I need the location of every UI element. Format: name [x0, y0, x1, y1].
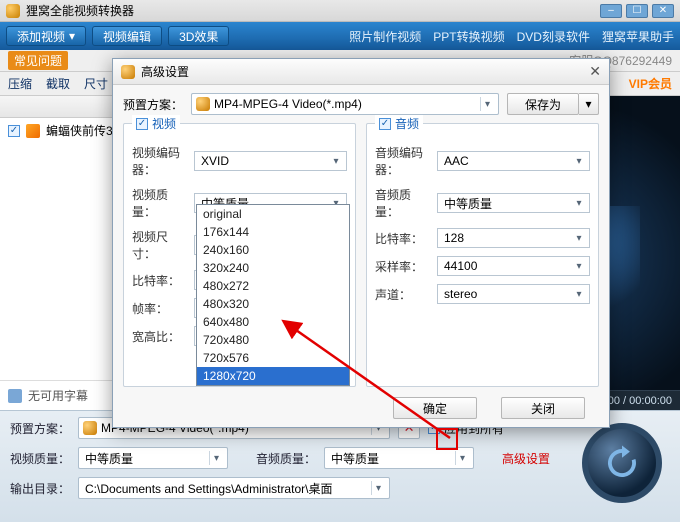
size-option[interactable]: 720x480	[197, 331, 349, 349]
size-option[interactable]: original	[197, 205, 349, 223]
maximize-button[interactable]: ☐	[626, 4, 648, 18]
aq-label: 音频质量：	[256, 450, 316, 467]
video-quality-combo[interactable]: 中等质量	[78, 447, 228, 469]
app-icon	[6, 4, 20, 18]
audio-quality-field[interactable]: 中等质量	[437, 193, 590, 213]
convert-button[interactable]	[582, 423, 662, 503]
dialog-titlebar: 高级设置 ✕	[113, 59, 609, 85]
chevron-down-icon	[328, 153, 344, 169]
audio-bitrate-combo[interactable]: 128	[437, 228, 590, 248]
app-title: 狸窝全能视频转换器	[26, 2, 134, 19]
chevron-down-icon	[571, 286, 587, 302]
close-window-button[interactable]: ✕	[652, 4, 674, 18]
link-ppt-video[interactable]: PPT转换视频	[433, 28, 504, 45]
chevron-down-icon	[371, 481, 385, 495]
modal-preset-combo[interactable]: MP4-MPEG-4 Video(*.mp4)	[191, 93, 499, 115]
video-enable-checkbox[interactable]: ✓	[136, 118, 148, 130]
chevron-down-icon	[571, 258, 587, 274]
link-dvd-burn[interactable]: DVD刻录软件	[517, 28, 590, 45]
ok-button[interactable]: 确定	[393, 397, 477, 419]
3d-effect-button[interactable]: 3D效果	[168, 26, 229, 46]
tool-compress[interactable]: 压缩	[8, 75, 32, 92]
video-header: ✓ 视频	[132, 115, 180, 132]
video-codec-combo[interactable]: XVID	[194, 151, 347, 171]
size-option[interactable]: 480x272	[197, 277, 349, 295]
preset-icon	[83, 421, 97, 435]
vq-label: 视频质量：	[10, 450, 70, 467]
edit-video-button[interactable]: 视频编辑	[92, 26, 162, 46]
size-option[interactable]: 176x144	[197, 223, 349, 241]
link-photo-video[interactable]: 照片制作视频	[349, 28, 421, 45]
size-option[interactable]: 240x160	[197, 241, 349, 259]
titlebar: 狸窝全能视频转换器 – ☐ ✕	[0, 0, 680, 22]
advanced-settings-dialog: 高级设置 ✕ 预置方案： MP4-MPEG-4 Video(*.mp4) 保存为…	[112, 58, 610, 428]
refresh-icon	[601, 442, 643, 484]
minimize-button[interactable]: –	[600, 4, 622, 18]
size-option[interactable]: 640x480	[197, 313, 349, 331]
video-section: ✓ 视频 视频编码器： XVID 视频质量： 中等质量 视频尺寸： 1280x7…	[123, 123, 356, 387]
chevron-down-icon	[571, 153, 587, 169]
close-button[interactable]: 关闭	[501, 397, 585, 419]
main-toolbar: 添加视频▾ 视频编辑 3D效果 照片制作视频 PPT转换视频 DVD刻录软件 狸…	[0, 22, 680, 50]
link-apple-helper[interactable]: 狸窝苹果助手	[602, 28, 674, 45]
preset-icon	[196, 97, 210, 111]
save-as-button[interactable]: 保存为	[507, 93, 579, 115]
row-checkbox[interactable]: ✓	[8, 125, 20, 137]
subtitle-label: 无可用字幕	[28, 387, 88, 404]
size-option-selected[interactable]: 1280x720	[197, 367, 349, 385]
annotation-label: 高级设置	[502, 450, 550, 467]
dialog-icon	[121, 65, 135, 79]
audio-samplerate-combo[interactable]: 44100	[437, 256, 590, 276]
dialog-title: 高级设置	[141, 63, 189, 80]
tool-clip[interactable]: 截取	[46, 75, 70, 92]
audio-enable-checkbox[interactable]: ✓	[379, 118, 391, 130]
audio-section: ✓ 音频 音频编码器： AAC 音频质量： 中等质量 比特率： 128 采样率：…	[366, 123, 599, 387]
audio-header: ✓ 音频	[375, 115, 423, 132]
vip-link[interactable]: VIP会员	[629, 75, 672, 92]
outdir-label: 输出目录：	[10, 480, 70, 497]
file-icon	[26, 124, 40, 138]
audio-quality-combo[interactable]: 中等质量	[324, 447, 474, 469]
save-as-dropdown[interactable]: ▾	[579, 93, 599, 115]
add-video-button[interactable]: 添加视频▾	[6, 26, 86, 46]
size-option[interactable]: 720x576	[197, 349, 349, 367]
tool-size[interactable]: 尺寸	[84, 75, 108, 92]
dialog-close-button[interactable]: ✕	[589, 63, 601, 80]
chevron-down-icon	[571, 230, 587, 246]
chevron-down-icon	[571, 195, 587, 211]
preset-label: 预置方案：	[10, 420, 70, 437]
subtitle-icon	[8, 389, 22, 403]
size-option[interactable]: 320x240	[197, 259, 349, 277]
chevron-down-icon	[455, 451, 469, 465]
size-option[interactable]: 480x320	[197, 295, 349, 313]
file-name: 蝙蝠侠前传3	[46, 122, 113, 139]
faq-badge[interactable]: 常见问题	[8, 51, 68, 70]
audio-codec-combo[interactable]: AAC	[437, 151, 590, 171]
audio-channels-combo[interactable]: stereo	[437, 284, 590, 304]
chevron-down-icon	[209, 451, 223, 465]
modal-preset-label: 预置方案：	[123, 96, 183, 113]
video-size-dropdown[interactable]: original 176x144 240x160 320x240 480x272…	[196, 204, 350, 386]
chevron-down-icon	[480, 97, 494, 111]
output-dir-combo[interactable]: C:\Documents and Settings\Administrator\…	[78, 477, 390, 499]
